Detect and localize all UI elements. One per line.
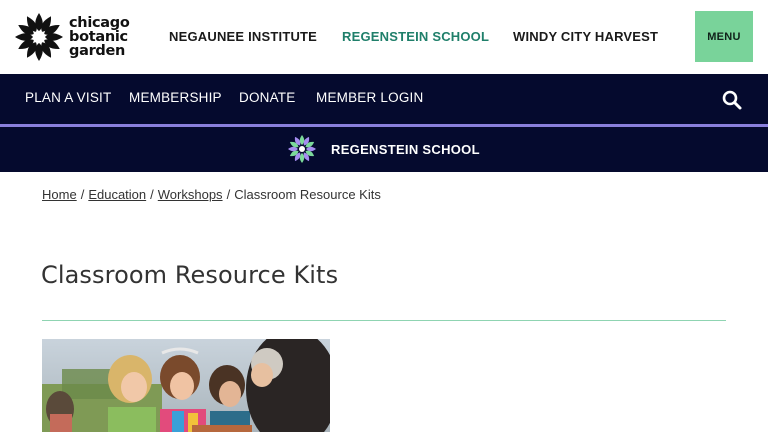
main-nav-member-login[interactable]: MEMBER LOGIN <box>316 90 423 105</box>
breadcrumb-separator: / <box>226 187 231 202</box>
top-nav-regenstein-school[interactable]: REGENSTEIN SCHOOL <box>342 29 489 44</box>
sub-nav-label: REGENSTEIN SCHOOL <box>331 141 480 157</box>
menu-button[interactable]: MENU <box>695 11 753 62</box>
botanic-flower-logo-icon <box>15 13 63 61</box>
breadcrumb: Home / Education / Workshops / Classroom Resou… <box>42 187 381 202</box>
children-activity-image <box>42 339 330 432</box>
kits-photo <box>42 339 330 432</box>
breadcrumb-education[interactable]: Education <box>88 187 146 202</box>
breadcrumb-separator: / <box>80 187 85 202</box>
flower-icon <box>288 135 316 163</box>
main-nav: PLAN A VISIT MEMBERSHIP DONATE MEMBER LO… <box>0 74 768 124</box>
top-nav-negaunee-institute[interactable]: NEGAUNEE INSTITUTE <box>169 29 317 44</box>
title-divider <box>42 320 726 321</box>
breadcrumb-current: Classroom Resource Kits <box>234 187 381 202</box>
search-button[interactable] <box>721 89 743 111</box>
main-nav-donate[interactable]: DONATE <box>239 90 295 105</box>
main-nav-plan-a-visit[interactable]: PLAN A VISIT <box>25 90 111 105</box>
logo-line: botanic <box>69 29 128 45</box>
page-title: Classroom Resource Kits <box>41 261 339 289</box>
logo-line: garden <box>69 43 126 59</box>
logo-link[interactable]: chicago botanic garden <box>14 11 132 63</box>
breadcrumb-home[interactable]: Home <box>42 187 77 202</box>
search-icon <box>722 90 742 110</box>
main-nav-membership[interactable]: MEMBERSHIP <box>129 90 222 105</box>
site-header: chicago botanic garden NEGAUNEE INSTITUT… <box>0 0 768 74</box>
breadcrumb-separator: / <box>150 187 154 202</box>
top-nav-windy-city-harvest[interactable]: WINDY CITY HARVEST <box>513 29 658 44</box>
sub-nav: REGENSTEIN SCHOOL <box>0 127 768 172</box>
logo-line: chicago <box>69 15 130 31</box>
sub-nav-regenstein-school[interactable]: REGENSTEIN SCHOOL <box>287 134 480 164</box>
breadcrumb-workshops[interactable]: Workshops <box>158 187 223 202</box>
logo-wordmark: chicago botanic garden <box>69 15 130 59</box>
